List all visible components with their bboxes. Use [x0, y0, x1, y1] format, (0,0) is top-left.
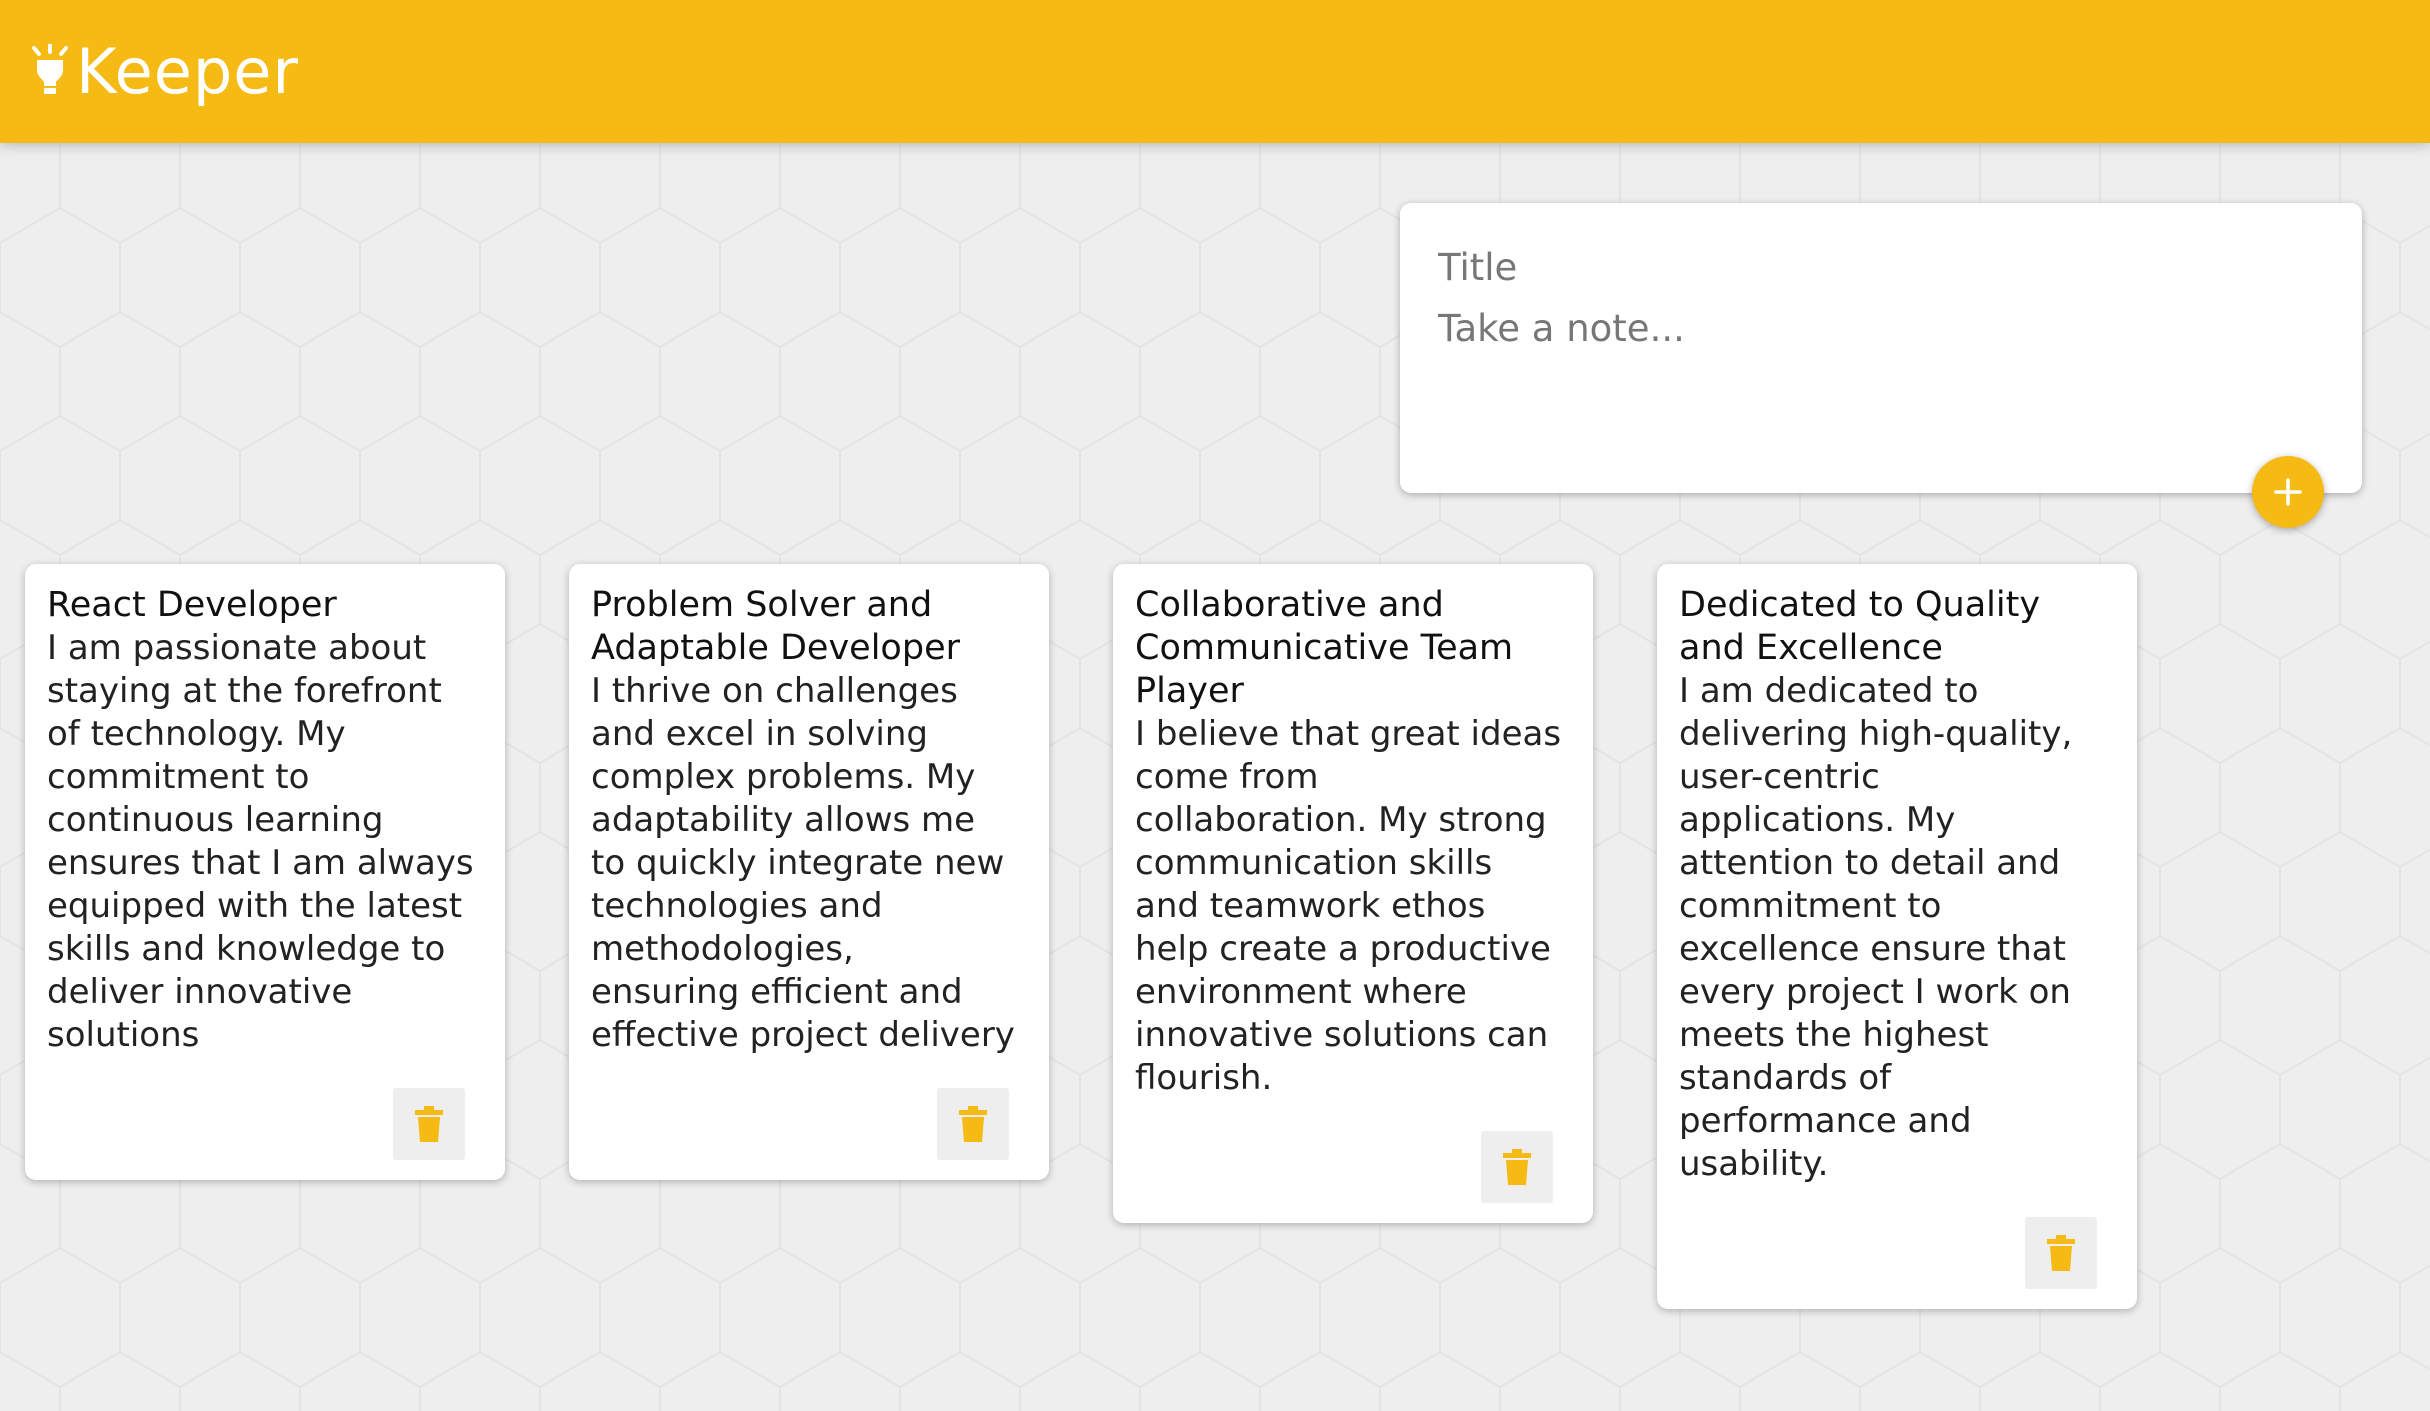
note-title: Problem Solver and Adaptable Developer [591, 585, 960, 668]
note-card: Problem Solver and Adaptable Developer I… [569, 564, 1049, 1180]
app-title: Keeper [76, 35, 299, 108]
note-content: I believe that great ideas come from col… [1135, 714, 1562, 1098]
note-content: I thrive on challenges and excel in solv… [591, 671, 1015, 1055]
delete-note-button[interactable] [1481, 1131, 1553, 1203]
lightbulb-icon [32, 44, 68, 94]
note-content: I am passionate about staying at the for… [47, 628, 474, 1055]
note-card: Dedicated to Quality and Excellence I am… [1657, 564, 2137, 1309]
trash-icon [2047, 1235, 2075, 1271]
app-header: Keeper [0, 0, 2430, 143]
note-title: Dedicated to Quality and Excellence [1679, 585, 2041, 668]
note-title: Collaborative and Communicative Team Pla… [1135, 585, 1514, 711]
delete-note-button[interactable] [2025, 1217, 2097, 1289]
trash-icon [1503, 1149, 1531, 1185]
app-logo: Keeper [30, 34, 299, 110]
add-note-button[interactable] [2252, 456, 2324, 528]
note-content-input[interactable] [1438, 301, 2318, 441]
note-composer [1400, 203, 2362, 493]
note-card: Collaborative and Communicative Team Pla… [1113, 564, 1593, 1223]
note-content: I am dedicated to delivering high-qualit… [1679, 671, 2073, 1184]
trash-icon [959, 1106, 987, 1142]
note-title: React Developer [47, 585, 337, 625]
delete-note-button[interactable] [393, 1088, 465, 1160]
note-title-input[interactable] [1438, 239, 2318, 295]
note-card: React Developer I am passionate about st… [25, 564, 505, 1180]
trash-icon [415, 1106, 443, 1142]
delete-note-button[interactable] [937, 1088, 1009, 1160]
plus-icon [2274, 478, 2302, 506]
